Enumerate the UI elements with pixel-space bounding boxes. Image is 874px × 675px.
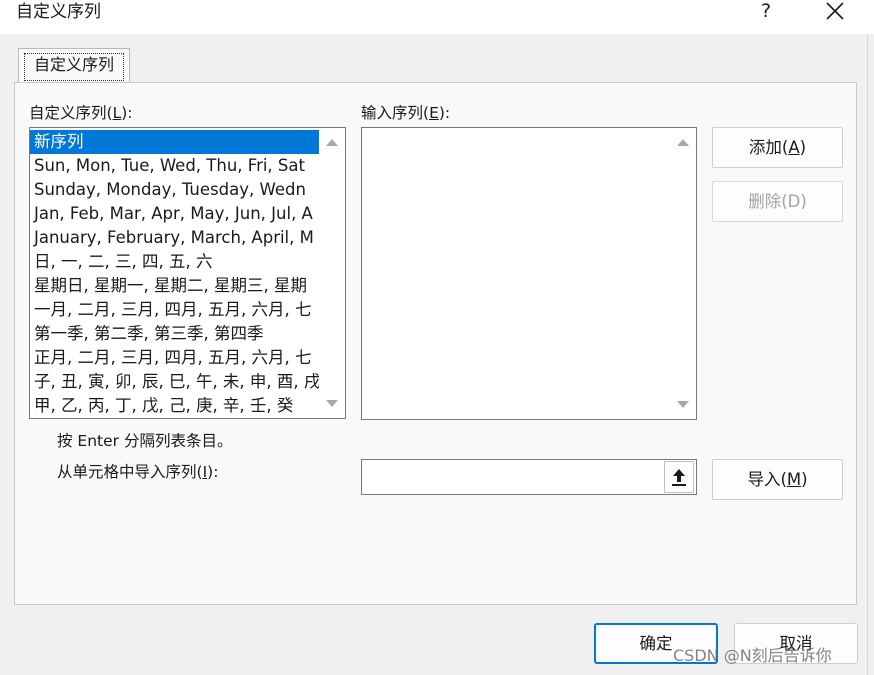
- list-item[interactable]: Sun, Mon, Tue, Wed, Thu, Fri, Sat: [30, 154, 320, 178]
- list-entries-textarea[interactable]: [361, 127, 697, 420]
- help-button[interactable]: ?: [752, 0, 780, 24]
- list-item[interactable]: 甲, 乙, 丙, 丁, 戊, 己, 庚, 辛, 壬, 癸: [30, 394, 320, 418]
- scroll-up-arrow-icon[interactable]: [326, 139, 338, 146]
- custom-lists-scrollbar[interactable]: [319, 128, 345, 418]
- close-button[interactable]: [820, 0, 850, 24]
- list-item[interactable]: 一月, 二月, 三月, 四月, 五月, 六月, 七: [30, 298, 320, 322]
- tab-label: 自定义序列: [33, 55, 114, 74]
- list-entries-scrollbar[interactable]: [670, 128, 696, 419]
- dialog-title: 自定义序列: [16, 2, 101, 22]
- window-edge-right: [867, 34, 874, 675]
- scroll-down-arrow-icon[interactable]: [677, 401, 689, 408]
- collapse-dialog-button[interactable]: [664, 461, 694, 493]
- custom-lists-label: 自定义序列(L):: [29, 104, 133, 122]
- watermark: CSDN @N刻后告诉你: [673, 646, 832, 665]
- list-item[interactable]: 子, 丑, 寅, 卯, 辰, 巳, 午, 未, 申, 酉, 戌: [30, 370, 320, 394]
- list-item[interactable]: Sunday, Monday, Tuesday, Wedn: [30, 178, 320, 202]
- custom-lists-listbox[interactable]: 新序列 Sun, Mon, Tue, Wed, Thu, Fri, Sat Su…: [29, 127, 346, 419]
- list-item[interactable]: 星期日, 星期一, 星期二, 星期三, 星期: [30, 274, 320, 298]
- import-button[interactable]: 导入(M): [712, 459, 843, 500]
- range-select-arrow-icon: [672, 469, 686, 486]
- list-entries-label: 输入序列(E):: [361, 104, 451, 122]
- separator-hint: 按 Enter 分隔列表条目。: [57, 432, 233, 450]
- list-item[interactable]: 新序列: [30, 130, 320, 154]
- list-item[interactable]: January, February, March, April, M: [30, 226, 320, 250]
- import-cells-label: 从单元格中导入序列(I):: [57, 463, 219, 481]
- add-button[interactable]: 添加(A): [712, 127, 843, 168]
- scroll-up-arrow-icon[interactable]: [677, 139, 689, 146]
- scroll-down-arrow-icon[interactable]: [326, 400, 338, 407]
- close-icon: [826, 2, 844, 20]
- delete-button[interactable]: 删除(D): [712, 181, 843, 222]
- title-bar: 自定义序列 ?: [0, 0, 874, 34]
- list-item[interactable]: Jan, Feb, Mar, Apr, May, Jun, Jul, A: [30, 202, 320, 226]
- list-item[interactable]: 日, 一, 二, 三, 四, 五, 六: [30, 250, 320, 274]
- import-range-input[interactable]: [361, 459, 697, 495]
- list-item[interactable]: 正月, 二月, 三月, 四月, 五月, 六月, 七: [30, 346, 320, 370]
- tab-custom-lists[interactable]: 自定义序列: [18, 48, 130, 82]
- list-item[interactable]: 第一季, 第二季, 第三季, 第四季: [30, 322, 320, 346]
